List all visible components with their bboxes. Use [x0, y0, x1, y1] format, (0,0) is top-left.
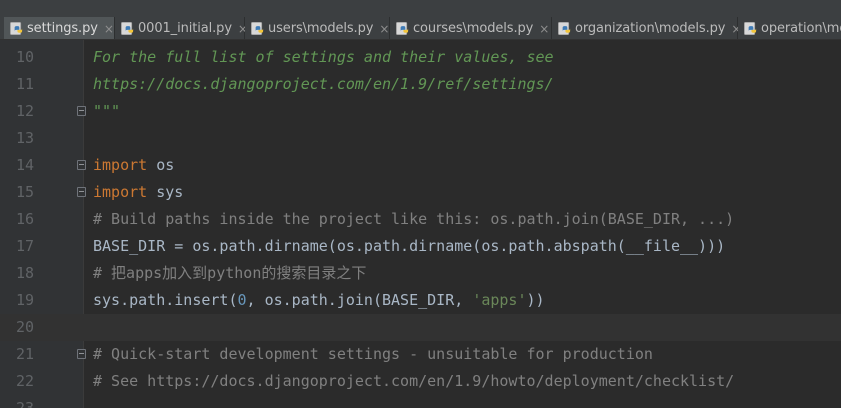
- python-file-icon: [10, 22, 23, 35]
- code-text: https://docs.djangoproject.com/en/1.9/re…: [93, 71, 554, 98]
- line-number: 20: [15, 318, 34, 336]
- line-number: 23: [15, 399, 34, 408]
- fold-marker-icon[interactable]: [77, 106, 86, 116]
- python-file-icon: [558, 22, 571, 35]
- code-line[interactable]: 19 sys.path.insert(0, os.path.join(BASE_D…: [0, 287, 841, 314]
- code-editor[interactable]: 10 For the full list of settings and thei…: [0, 40, 841, 408]
- code-line[interactable]: 11 https://docs.djangoproject.com/en/1.9/…: [0, 71, 841, 98]
- tab-label: organization\models.py: [575, 21, 726, 36]
- line-number: 12: [15, 102, 34, 120]
- code-text: """: [93, 98, 120, 125]
- fold-marker-icon[interactable]: [77, 349, 86, 359]
- code-line[interactable]: 12 """: [0, 98, 841, 125]
- tab-2[interactable]: users\models.py ×: [245, 17, 390, 39]
- code-line[interactable]: 13: [0, 125, 841, 152]
- token-id: os: [147, 156, 175, 174]
- close-icon[interactable]: ×: [104, 22, 114, 36]
- token-cm: # Quick-start development settings - uns…: [93, 345, 653, 363]
- python-file-icon: [121, 22, 134, 35]
- line-number: 11: [15, 75, 34, 93]
- token-cm: # 把apps加入到python的搜索目录之下: [93, 264, 367, 282]
- code-line[interactable]: 20: [0, 314, 841, 341]
- code-line[interactable]: 18 # 把apps加入到python的搜索目录之下: [0, 260, 841, 287]
- python-file-icon: [396, 22, 409, 35]
- line-number: 14: [15, 156, 34, 174]
- line-number: 10: [15, 48, 34, 66]
- code-text: import sys: [93, 179, 183, 206]
- line-number: 19: [15, 291, 34, 309]
- tab-5[interactable]: operation\mo: [738, 17, 841, 39]
- code-line[interactable]: 10 For the full list of settings and thei…: [0, 44, 841, 71]
- token-id: sys: [147, 183, 184, 201]
- token-id: BASE_DIR = os.path.dirname(os.path.dirna…: [93, 237, 726, 255]
- code-line[interactable]: 14 import os: [0, 152, 841, 179]
- tab-label: users\models.py: [268, 21, 374, 36]
- token-doc: https://docs.djangoproject.com/en/1.9/re…: [93, 75, 554, 93]
- tab-3[interactable]: courses\models.py ×: [390, 17, 552, 39]
- token-id: sys.path.insert(: [93, 291, 238, 309]
- token-id: , os.path.join(BASE_DIR,: [246, 291, 473, 309]
- fold-marker-icon[interactable]: [77, 160, 86, 170]
- editor-tab-bar: settings.py × 0001_initial.py × users\models…: [0, 0, 841, 40]
- code-text: import os: [93, 152, 174, 179]
- tab-1[interactable]: 0001_initial.py ×: [115, 17, 248, 39]
- token-doc: """: [93, 102, 121, 120]
- token-kw: import: [93, 183, 148, 201]
- tab-label: 0001_initial.py: [138, 21, 232, 36]
- token-kw: import: [93, 156, 148, 174]
- line-number: 21: [15, 345, 34, 363]
- line-number: 15: [15, 183, 34, 201]
- code-text: # Build paths inside the project like th…: [93, 206, 734, 233]
- line-number: 22: [15, 372, 34, 390]
- line-number: 16: [15, 210, 34, 228]
- python-file-icon: [251, 22, 264, 35]
- code-line[interactable]: 16 # Build paths inside the project like …: [0, 206, 841, 233]
- token-str: 'apps': [472, 291, 527, 309]
- token-id: )): [526, 291, 545, 309]
- close-icon[interactable]: ×: [539, 22, 549, 36]
- code-text: BASE_DIR = os.path.dirname(os.path.dirna…: [93, 233, 725, 260]
- code-line[interactable]: 22 # See https://docs.djangoproject.com/e…: [0, 368, 841, 395]
- token-cm: # See https://docs.djangoproject.com/en/…: [93, 372, 735, 390]
- token-doc: For the full list of settings and their …: [93, 48, 554, 66]
- tab-label: operation\mo: [761, 21, 841, 36]
- token-cm: # Build paths inside the project like th…: [93, 210, 735, 228]
- line-number: 17: [15, 237, 34, 255]
- line-number: 13: [15, 129, 34, 147]
- code-line[interactable]: 21 # Quick-start development settings - u…: [0, 341, 841, 368]
- code-text: For the full list of settings and their …: [93, 44, 554, 71]
- close-icon[interactable]: ×: [379, 22, 389, 36]
- token-num: 0: [237, 291, 247, 309]
- tab-4[interactable]: organization\models.py ×: [552, 17, 741, 39]
- tab-label: settings.py: [27, 21, 98, 36]
- code-text: # 把apps加入到python的搜索目录之下: [93, 260, 366, 287]
- editor-window: { "tabs": [ {"label": "settings.py", "ac…: [0, 0, 841, 408]
- tab-label: courses\models.py: [413, 21, 534, 36]
- code-text: # See https://docs.djangoproject.com/en/…: [93, 368, 734, 395]
- code-text: sys.path.insert(0, os.path.join(BASE_DIR…: [93, 287, 545, 314]
- code-text: # Quick-start development settings - uns…: [93, 341, 653, 368]
- python-file-icon: [744, 22, 757, 35]
- code-line[interactable]: 23: [0, 395, 841, 408]
- line-number: 18: [15, 264, 34, 282]
- code-line[interactable]: 15 import sys: [0, 179, 841, 206]
- code-line[interactable]: 17 BASE_DIR = os.path.dirname(os.path.dir…: [0, 233, 841, 260]
- tab-0[interactable]: settings.py ×: [4, 17, 115, 39]
- fold-marker-icon[interactable]: [77, 187, 86, 197]
